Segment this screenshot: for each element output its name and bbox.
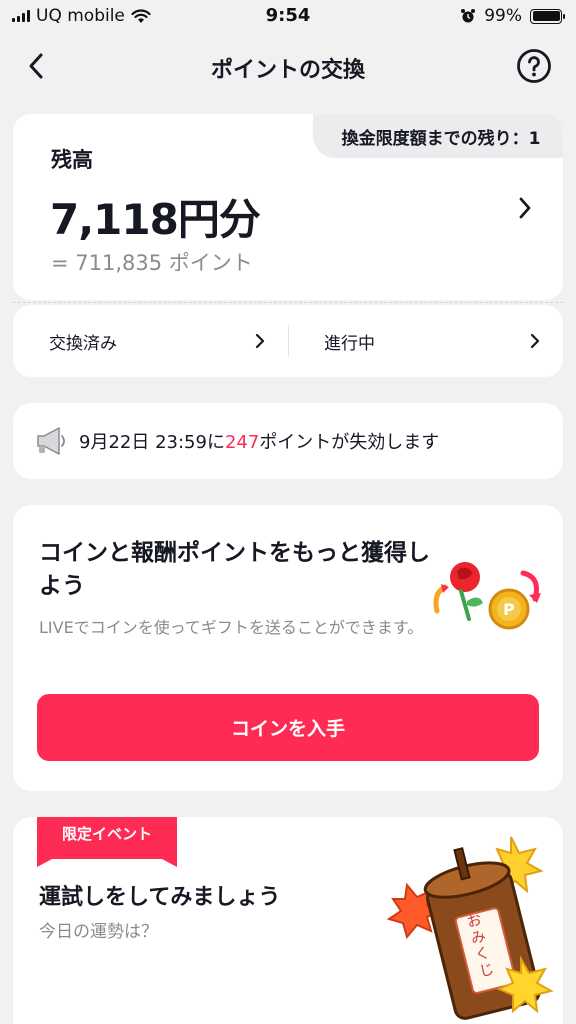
- exchanged-link[interactable]: 交換済み: [13, 305, 288, 377]
- status-bar: UQ mobile 9:54 99%: [0, 0, 576, 36]
- status-right-group: 99%: [460, 6, 565, 26]
- expiry-text: 9月22日 23:59に247ポイントが失効します: [79, 428, 439, 454]
- rose-coin-illustration: P: [433, 562, 541, 630]
- page-title: ポイントの交換: [210, 58, 365, 83]
- chevron-right-icon: [519, 197, 531, 219]
- expiry-notice: 9月22日 23:59に247ポイントが失効します: [13, 403, 563, 479]
- event-title: 運試しをしてみましょう: [39, 885, 281, 910]
- svg-text:P: P: [503, 600, 515, 619]
- battery-percent: 99%: [484, 6, 522, 26]
- balance-card[interactable]: 残高 7,118円分 = 711,835 ポイント 換金限度額までの残り：1: [13, 114, 563, 300]
- battery-icon: [530, 8, 565, 24]
- withdrawal-limit-tab: 換金限度額までの残り：1: [313, 114, 563, 158]
- event-badge: 限定イベント: [61, 825, 152, 843]
- divider: [13, 302, 563, 303]
- history-card: 交換済み 進行中: [13, 305, 563, 377]
- balance-points: = 711,835 ポイント: [51, 251, 253, 275]
- alarm-icon: [461, 9, 476, 23]
- expiry-points: 247: [224, 432, 260, 453]
- in-progress-label: 進行中: [324, 333, 375, 354]
- event-subtitle: 今日の運勢は？: [39, 922, 158, 942]
- chevron-right-icon: [530, 333, 540, 349]
- promo-title: コインと報酬ポイントをもっと獲得しよう: [39, 540, 430, 600]
- in-progress-link[interactable]: 進行中: [288, 305, 563, 377]
- omikuji-illustration: おみくじ: [386, 836, 554, 1020]
- expiry-suffix: ポイントが失効します: [259, 432, 440, 453]
- chevron-right-icon: [255, 333, 265, 349]
- balance-amount: 7,118円分: [50, 195, 261, 244]
- help-button[interactable]: [516, 48, 552, 84]
- question-circle-icon: [517, 49, 551, 83]
- event-card[interactable]: 限定イベント 運試しをしてみましょう 今日の運勢は？ おみくじ: [13, 817, 563, 1024]
- promo-description: LIVEでコインを使ってギフトを送ることができます。: [39, 618, 424, 637]
- get-coins-button[interactable]: コインを入手: [37, 694, 539, 761]
- balance-label: 残高: [51, 148, 93, 172]
- nav-bar: ポイントの交換: [0, 36, 576, 96]
- exchanged-label: 交換済み: [49, 333, 117, 354]
- promo-card: コインと報酬ポイントをもっと獲得しよう LIVEでコインを使ってギフトを送ること…: [13, 505, 563, 791]
- withdrawal-limit-text: 換金限度額までの残り：1: [341, 128, 541, 149]
- megaphone-icon: [37, 427, 65, 455]
- expiry-date: 9月22日 23:59に: [79, 432, 225, 453]
